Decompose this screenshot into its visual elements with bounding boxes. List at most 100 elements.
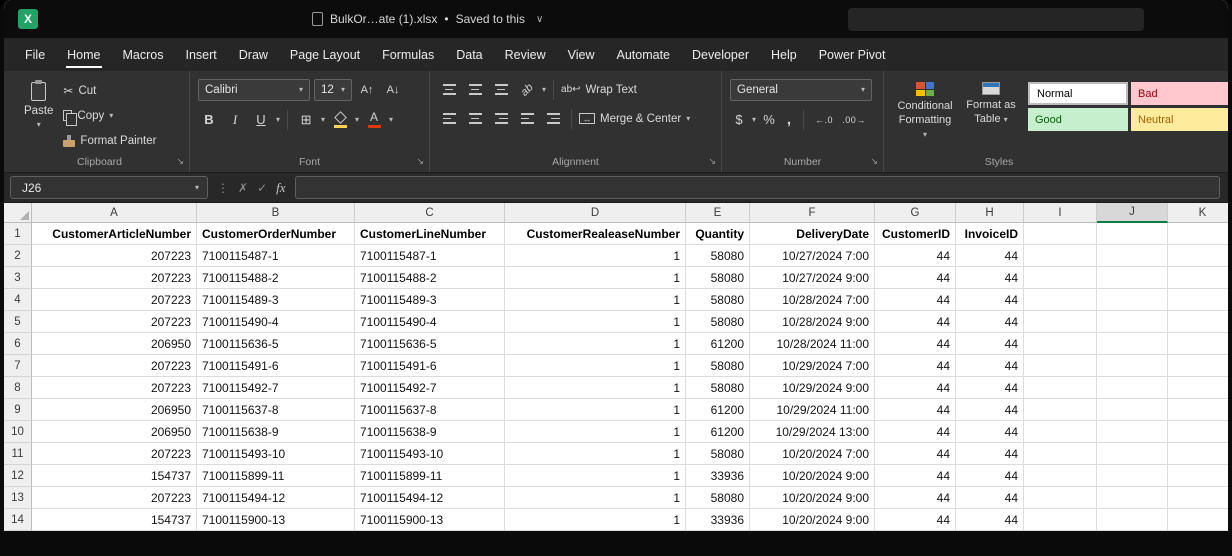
cell-F6[interactable]: 10/28/2024 11:00 [750,333,875,355]
paste-button[interactable]: Paste ▾ [18,79,59,132]
cell-B9[interactable]: 7100115637-8 [197,399,355,421]
increase-decimal-button[interactable]: ←.0 [811,109,837,130]
row-header-9[interactable]: 9 [4,399,32,421]
cell-D12[interactable]: 1 [505,465,686,487]
column-header-F[interactable]: F [750,203,875,223]
cell-K1[interactable] [1168,223,1228,245]
cell-J11[interactable] [1097,443,1168,465]
cell-G3[interactable]: 44 [875,267,956,289]
align-left-button[interactable] [438,108,460,129]
cell-E14[interactable]: 33936 [686,509,750,531]
cell-D3[interactable]: 1 [505,267,686,289]
copy-button[interactable]: Copy ▾ [63,106,156,125]
cell-B6[interactable]: 7100115636-5 [197,333,355,355]
cell-B4[interactable]: 7100115489-3 [197,289,355,311]
cell-A8[interactable]: 207223 [32,377,197,399]
cell-K6[interactable] [1168,333,1228,355]
align-center-button[interactable] [464,108,486,129]
row-header-8[interactable]: 8 [4,377,32,399]
tab-draw[interactable]: Draw [228,41,279,71]
cell-C4[interactable]: 7100115489-3 [355,289,505,311]
cell-A13[interactable]: 207223 [32,487,197,509]
cell-E9[interactable]: 61200 [686,399,750,421]
row-header-6[interactable]: 6 [4,333,32,355]
cell-B10[interactable]: 7100115638-9 [197,421,355,443]
cell-G1[interactable]: CustomerID [875,223,956,245]
cell-E11[interactable]: 58080 [686,443,750,465]
cell-K13[interactable] [1168,487,1228,509]
column-header-B[interactable]: B [197,203,355,223]
cell-J8[interactable] [1097,377,1168,399]
align-middle-button[interactable] [464,79,486,100]
cell-I5[interactable] [1024,311,1097,333]
cell-H10[interactable]: 44 [956,421,1024,443]
cell-D14[interactable]: 1 [505,509,686,531]
cell-K8[interactable] [1168,377,1228,399]
cell-D4[interactable]: 1 [505,289,686,311]
cell-F10[interactable]: 10/29/2024 13:00 [750,421,875,443]
cell-A9[interactable]: 206950 [32,399,197,421]
cell-J4[interactable] [1097,289,1168,311]
column-header-A[interactable]: A [32,203,197,223]
cell-H4[interactable]: 44 [956,289,1024,311]
cell-B7[interactable]: 7100115491-6 [197,355,355,377]
cell-E12[interactable]: 33936 [686,465,750,487]
row-header-1[interactable]: 1 [4,223,32,245]
cell-D5[interactable]: 1 [505,311,686,333]
cell-I9[interactable] [1024,399,1097,421]
cut-button[interactable]: ✂ Cut [63,81,156,100]
tab-home[interactable]: Home [56,41,111,71]
tab-developer[interactable]: Developer [681,41,760,71]
cell-H6[interactable]: 44 [956,333,1024,355]
cell-D11[interactable]: 1 [505,443,686,465]
comma-style-button[interactable]: , [782,109,796,130]
cell-K4[interactable] [1168,289,1228,311]
tab-page-layout[interactable]: Page Layout [279,41,371,71]
cell-B8[interactable]: 7100115492-7 [197,377,355,399]
cell-F14[interactable]: 10/20/2024 9:00 [750,509,875,531]
cell-G5[interactable]: 44 [875,311,956,333]
cell-J10[interactable] [1097,421,1168,443]
cell-J14[interactable] [1097,509,1168,531]
font-family-select[interactable]: Calibri ▾ [198,79,310,101]
chevron-down-icon[interactable]: ▾ [389,116,393,124]
tab-review[interactable]: Review [494,41,557,71]
cell-J3[interactable] [1097,267,1168,289]
cell-J13[interactable] [1097,487,1168,509]
cell-A6[interactable]: 206950 [32,333,197,355]
cell-I4[interactable] [1024,289,1097,311]
column-header-J[interactable]: J [1097,203,1168,223]
column-header-C[interactable]: C [355,203,505,223]
cell-I2[interactable] [1024,245,1097,267]
cell-E5[interactable]: 58080 [686,311,750,333]
cancel-icon[interactable]: ✗ [238,181,248,195]
cell-G4[interactable]: 44 [875,289,956,311]
cell-E10[interactable]: 61200 [686,421,750,443]
tab-formulas[interactable]: Formulas [371,41,445,71]
bold-button[interactable]: B [198,109,220,130]
cell-style-bad[interactable]: Bad [1131,82,1231,105]
cell-D7[interactable]: 1 [505,355,686,377]
cell-F12[interactable]: 10/20/2024 9:00 [750,465,875,487]
formula-input[interactable] [295,176,1220,199]
cell-G2[interactable]: 44 [875,245,956,267]
cell-H12[interactable]: 44 [956,465,1024,487]
cell-C9[interactable]: 7100115637-8 [355,399,505,421]
italic-button[interactable]: I [224,109,246,130]
cell-C13[interactable]: 7100115494-12 [355,487,505,509]
align-right-button[interactable] [490,108,512,129]
decrease-decimal-button[interactable]: .00→ [841,109,867,130]
cell-D13[interactable]: 1 [505,487,686,509]
column-header-G[interactable]: G [875,203,956,223]
cell-I3[interactable] [1024,267,1097,289]
cell-K11[interactable] [1168,443,1228,465]
row-header-11[interactable]: 11 [4,443,32,465]
cell-G11[interactable]: 44 [875,443,956,465]
cell-F7[interactable]: 10/29/2024 7:00 [750,355,875,377]
cell-D2[interactable]: 1 [505,245,686,267]
cell-I10[interactable] [1024,421,1097,443]
cell-E2[interactable]: 58080 [686,245,750,267]
format-as-table-button[interactable]: Format as Table ▾ [958,79,1024,152]
cell-A3[interactable]: 207223 [32,267,197,289]
cell-E7[interactable]: 58080 [686,355,750,377]
